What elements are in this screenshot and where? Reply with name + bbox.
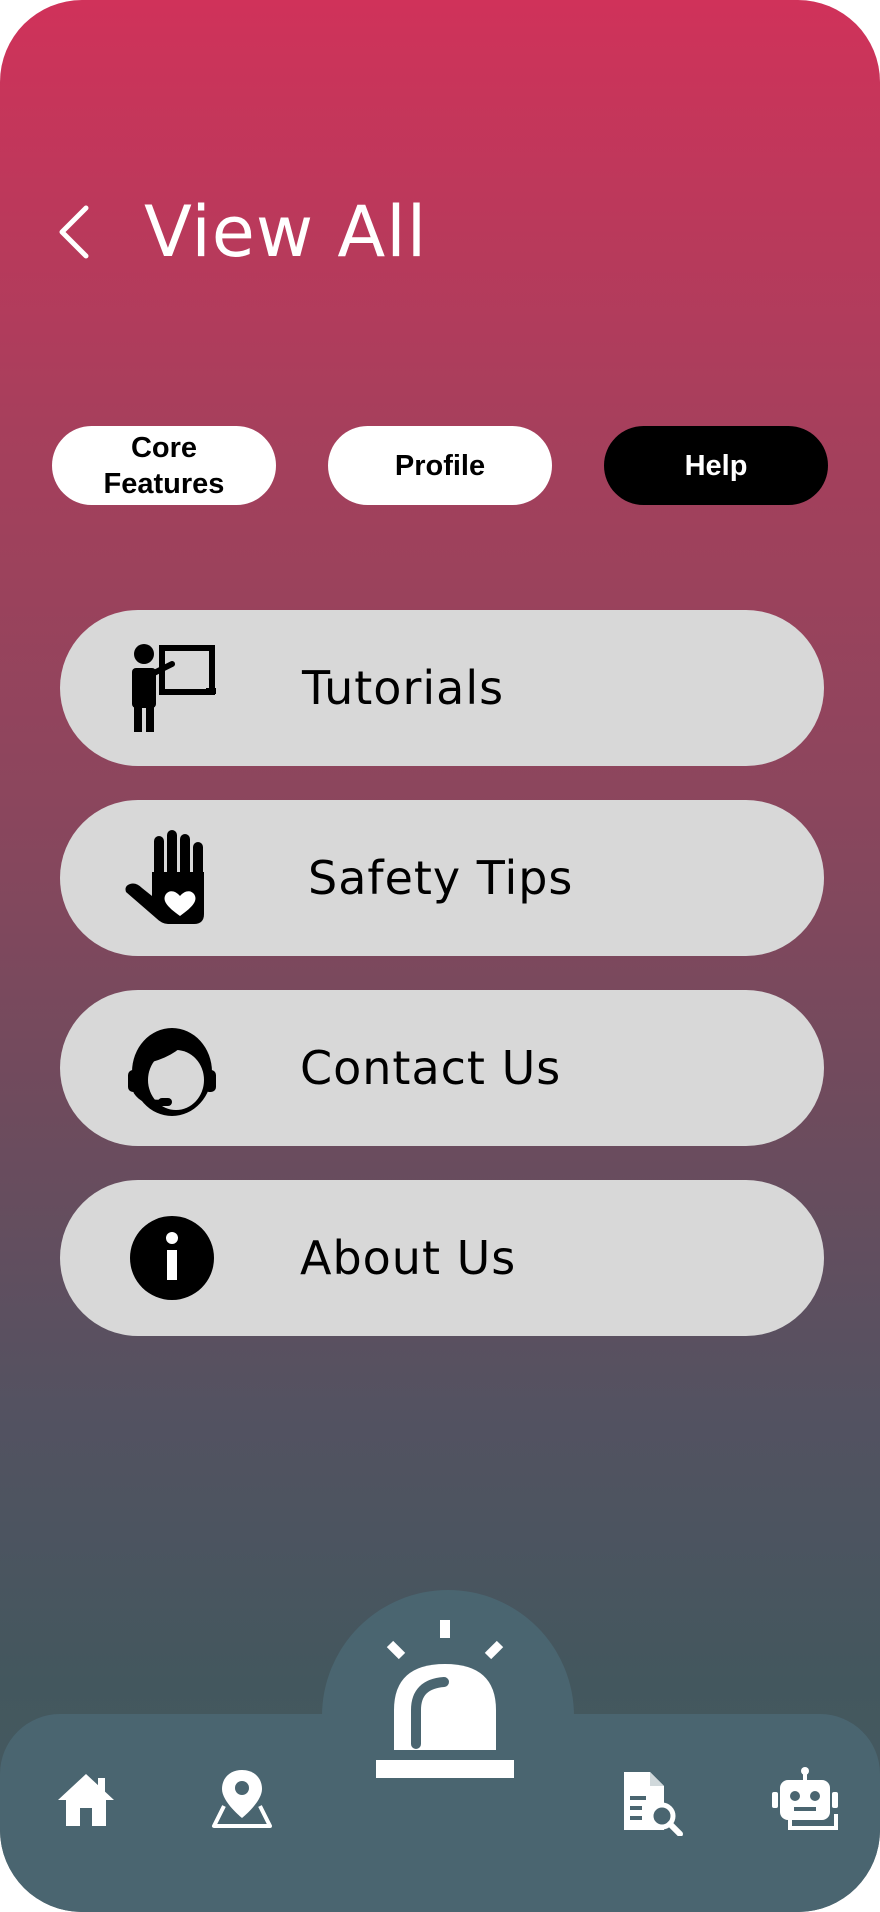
map-button[interactable]	[210, 1766, 274, 1830]
teacher-board-icon	[132, 644, 216, 732]
emergency-siren-icon	[376, 1620, 514, 1778]
robot-icon	[772, 1767, 838, 1830]
back-button[interactable]	[50, 200, 100, 264]
chatbot-button[interactable]	[770, 1766, 840, 1836]
info-icon	[130, 1216, 214, 1300]
chevron-left-icon	[59, 205, 89, 259]
support-agent-icon	[128, 1028, 216, 1116]
app-screen: View All Core Features Profile Help Tuto…	[0, 0, 880, 1912]
home-button[interactable]	[56, 1770, 116, 1830]
menu-item-tutorials[interactable]: Tutorials	[60, 610, 824, 766]
tab-core-features[interactable]: Core Features	[52, 426, 276, 505]
menu-label-contact-us: Contact Us	[300, 1041, 562, 1095]
map-pin-icon	[212, 1770, 272, 1828]
reports-button[interactable]	[620, 1770, 684, 1837]
document-search-icon	[624, 1772, 683, 1837]
page-title: View All	[144, 191, 428, 273]
menu-label-about-us: About Us	[300, 1231, 517, 1285]
emergency-siren-button[interactable]	[370, 1614, 520, 1784]
tab-help[interactable]: Help	[604, 426, 828, 505]
menu-item-contact-us[interactable]: Contact Us	[60, 990, 824, 1146]
menu-label-tutorials: Tutorials	[302, 661, 505, 715]
tab-profile[interactable]: Profile	[328, 426, 552, 505]
hand-heart-icon	[125, 830, 204, 924]
menu-item-about-us[interactable]: About Us	[60, 1180, 824, 1336]
menu-label-safety-tips: Safety Tips	[308, 851, 574, 905]
home-icon	[58, 1774, 114, 1826]
menu-item-safety-tips[interactable]: Safety Tips	[60, 800, 824, 956]
